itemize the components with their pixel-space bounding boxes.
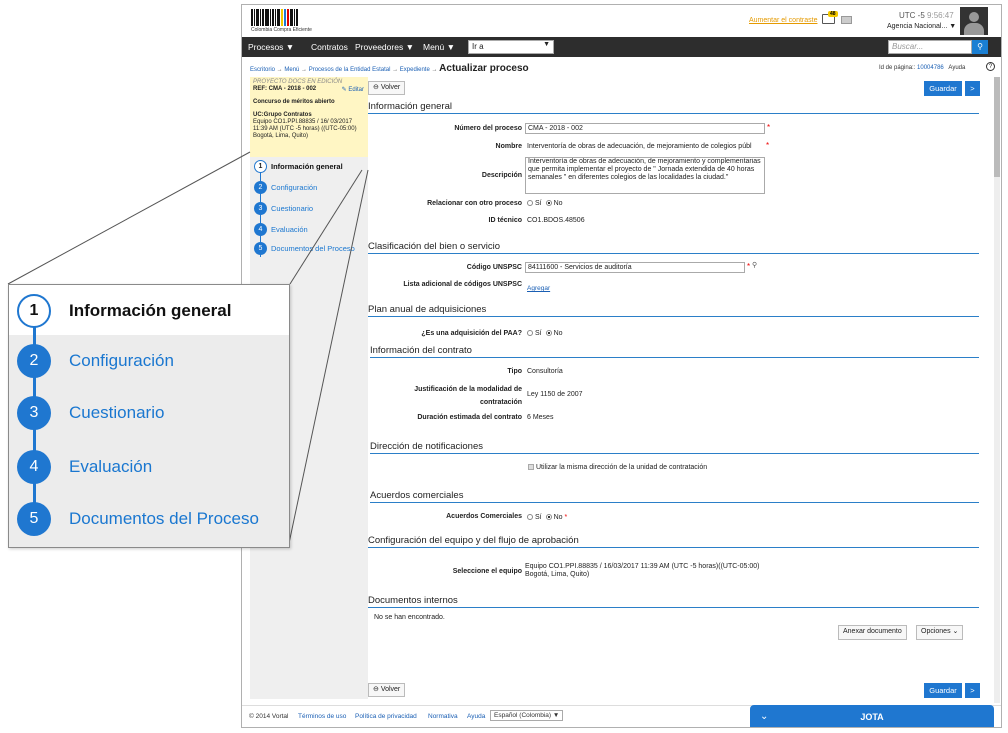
zoom-step-configuracion: 2 Configuración bbox=[17, 343, 174, 379]
zoom-step-general: 1 Información general bbox=[17, 293, 231, 329]
zoom-step-evaluacion: 4 Evaluación bbox=[17, 449, 152, 485]
zoom-step-documentos: 5 Documentos del Proceso bbox=[17, 501, 259, 537]
steps-zoom-callout: 1 Información general 2 Configuración 3 Cue… bbox=[8, 284, 290, 548]
zoom-step-cuestionario: 3 Cuestionario bbox=[17, 395, 164, 431]
